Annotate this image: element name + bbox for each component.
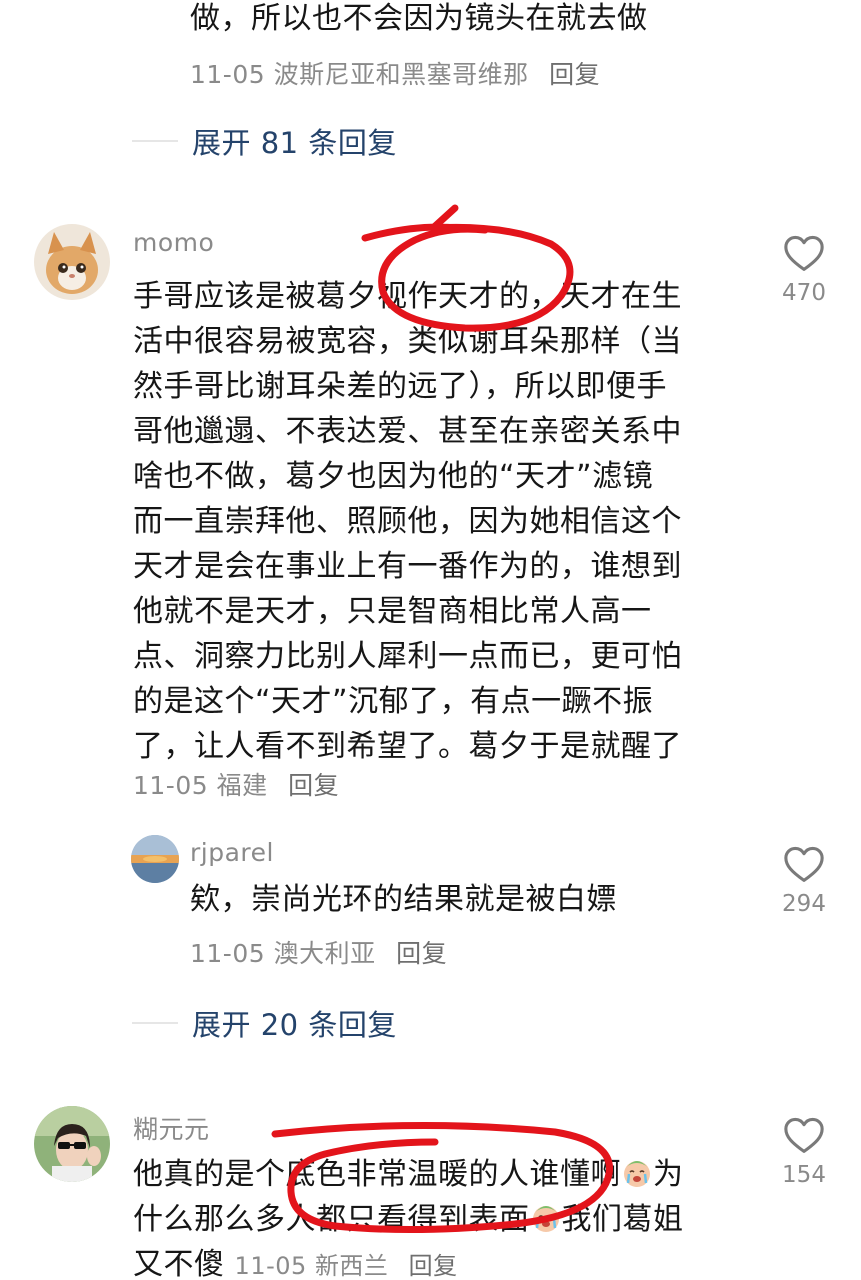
divider (132, 1022, 178, 1024)
reply-meta: 11-05 波斯尼亚和黑塞哥维那 回复 (190, 55, 600, 91)
username[interactable]: rjparel (190, 838, 274, 867)
expand-replies-link[interactable]: 展开 81 条回复 (192, 120, 397, 162)
comment-body: 手哥应该是被葛夕视作天才的，天才在生 活中很容易被宽容，类似谢耳朵那样（当 然手… (133, 274, 733, 769)
comment-text: 又不傻 (133, 1247, 225, 1280)
comment-text: 我们葛姐 (561, 1202, 684, 1237)
reply-text: 欸，崇尚光环的结果就是被白嫖 (190, 882, 617, 917)
comment-date: 11-05 (234, 1252, 307, 1280)
like-count: 470 (782, 280, 826, 306)
heart-outline-icon (784, 235, 824, 271)
comment-line: 手哥应该是被葛夕视作天才的，天才在生 (133, 279, 682, 314)
reply-location: 波斯尼亚和黑塞哥维那 (273, 60, 529, 89)
reply-button[interactable]: 回复 (549, 60, 600, 89)
comment-text: 他真的是个底色非常温暖的人谁懂啊 (133, 1157, 621, 1192)
heart-outline-icon (784, 1117, 824, 1153)
username[interactable]: momo (133, 228, 214, 257)
expand-replies-row[interactable]: 展开 81 条回复 (132, 120, 397, 162)
comment-line: 啥也不做，葛夕也因为他的“天才”滤镜 (133, 459, 654, 494)
reply-date: 11-05 (190, 939, 266, 968)
comment-line: 又不傻 11-05 新西兰 回复 (133, 1242, 753, 1280)
comment-date: 11-05 (133, 771, 209, 800)
comment-meta: 11-05 福建 回复 (133, 766, 339, 802)
like-button[interactable]: 470 (769, 234, 839, 306)
reply-button[interactable]: 回复 (288, 771, 339, 800)
comment-text: 为 (653, 1157, 684, 1192)
reply-text-tail: 做，所以也不会因为镜头在就去做 (190, 1, 648, 36)
reply-date: 11-05 (190, 60, 266, 89)
comment-line: 活中很容易被宽容，类似谢耳朵那样（当 (133, 324, 682, 359)
person-avatar-image (34, 1106, 110, 1182)
comment-line: 他真的是个底色非常温暖的人谁懂啊为 (133, 1152, 753, 1197)
avatar[interactable] (34, 224, 110, 300)
reply-button[interactable]: 回复 (396, 939, 447, 968)
reply-location: 澳大利亚 (273, 939, 376, 968)
comment-location: 福建 (216, 771, 268, 800)
cat-avatar-image (34, 224, 110, 300)
comment-line: 他就不是天才，只是智商相比常人高一 (133, 594, 652, 629)
like-count: 154 (782, 1162, 826, 1188)
comment-line: 的是这个“天才”沉郁了，有点一蹶不振 (133, 684, 654, 719)
reply-button[interactable]: 回复 (409, 1252, 458, 1280)
comment-line: 天才是会在事业上有一番作为的，谁想到 (133, 549, 682, 584)
comment-line: 了，让人看不到希望了。葛夕于是就醒了 (133, 729, 682, 764)
comment-meta: 11-05 新西兰 回复 (235, 1252, 458, 1280)
sunset-avatar-image (131, 835, 179, 883)
username[interactable]: 糊元元 (133, 1110, 210, 1146)
heart-outline-icon (784, 846, 824, 882)
comment-location: 新西兰 (314, 1252, 389, 1280)
comment-line: 然手哥比谢耳朵差的远了），所以即便手 (133, 369, 667, 404)
comment-line: 点、洞察力比别人犀利一点而已，更可怕 (133, 639, 682, 674)
comment-line: 什么那么多人都只看得到表面 我们葛姐 (133, 1197, 753, 1242)
comment-text: 什么那么多人都只看得到表面 (133, 1202, 530, 1237)
reply-meta: 11-05 澳大利亚 回复 (190, 934, 447, 970)
like-button[interactable]: 294 (769, 845, 839, 917)
like-button[interactable]: 154 (769, 1116, 839, 1188)
divider (132, 140, 178, 142)
crying-face-emoji (532, 1206, 559, 1232)
avatar[interactable] (131, 835, 179, 883)
crying-face-emoji (624, 1161, 650, 1187)
expand-replies-row[interactable]: 展开 20 条回复 (132, 1002, 397, 1044)
comment-body: 他真的是个底色非常温暖的人谁懂啊为 什么那么多人都只看得到表面 我们葛姐 又不傻 … (133, 1152, 753, 1280)
comment-line: 哥他邋遢、不表达爱、甚至在亲密关系中 (133, 414, 682, 449)
avatar[interactable] (34, 1106, 110, 1182)
comment-line: 而一直崇拜他、照顾他，因为她相信这个 (133, 504, 682, 539)
expand-replies-link[interactable]: 展开 20 条回复 (192, 1002, 397, 1044)
like-count: 294 (782, 891, 826, 917)
